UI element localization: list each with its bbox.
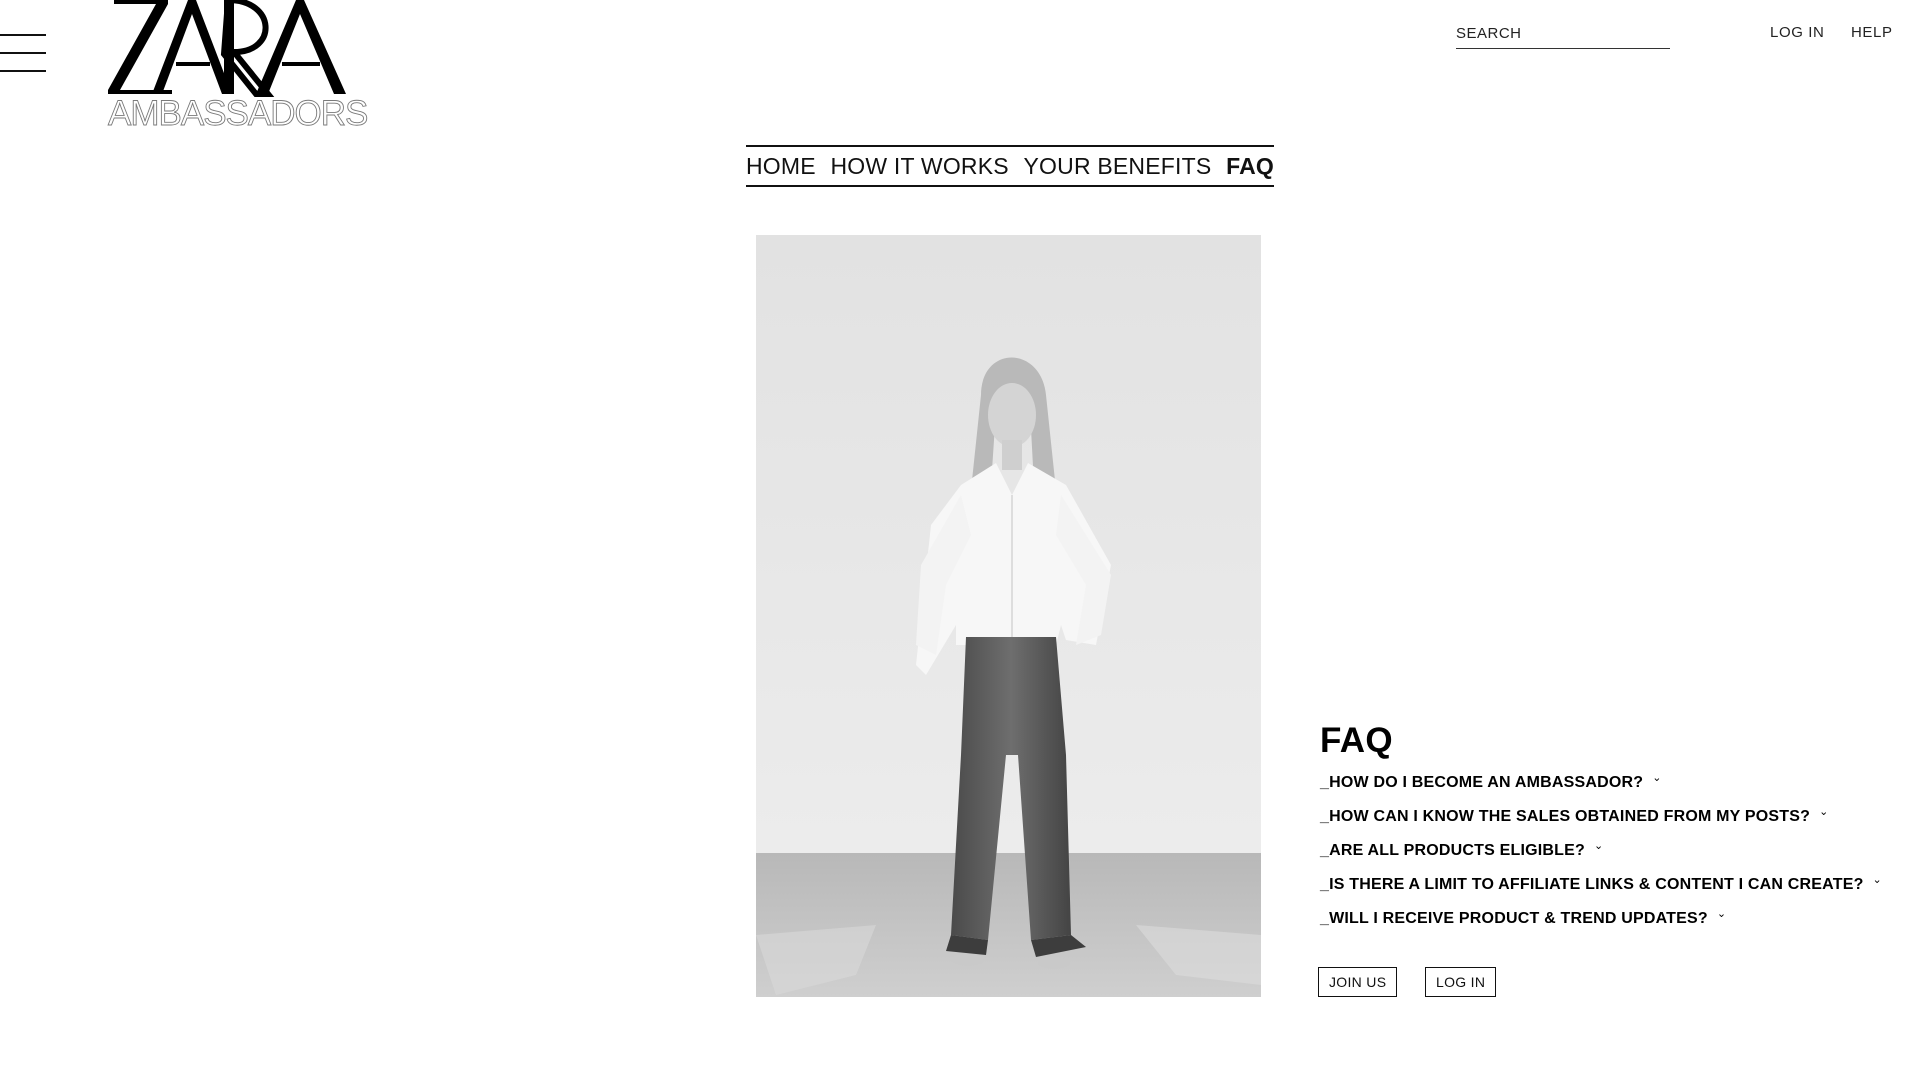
zara-logo-mark [108,0,346,97]
chevron-down-icon: ⌄ [1716,908,1727,920]
login-button[interactable]: LOG IN [1425,967,1497,997]
faq-question-text: _ARE ALL PRODUCTS ELIGIBLE? [1320,842,1585,859]
header-login-link[interactable]: LOG IN [1770,24,1824,41]
faq-question-text: _WILL I RECEIVE PRODUCT & TREND UPDATES? [1320,910,1708,927]
header-help-link[interactable]: HELP [1851,24,1893,41]
chevron-down-icon: ⌄ [1872,874,1882,886]
search-input[interactable] [1456,22,1670,44]
faq-question[interactable]: _ARE ALL PRODUCTS ELIGIBLE? ⌄ [1320,840,1882,876]
tab-home[interactable]: HOME [746,153,816,180]
chevron-down-icon: ⌄ [1593,840,1604,852]
zara-ambassadors-logo[interactable]: AMBASSADORS [106,0,369,131]
tab-faq[interactable]: FAQ [1226,153,1274,180]
faq-question[interactable]: _IS THERE A LIMIT TO AFFILIATE LINKS & C… [1320,874,1882,910]
section-tabs: HOME HOW IT WORKS YOUR BENEFITS FAQ [746,145,1274,187]
faq-question-text: _HOW DO I BECOME AN AMBASSADOR? [1320,774,1644,791]
faq-question[interactable]: _HOW CAN I KNOW THE SALES OBTAINED FROM … [1320,806,1882,842]
faq-question-text: _HOW CAN I KNOW THE SALES OBTAINED FROM … [1320,808,1811,825]
faq-question[interactable]: _HOW DO I BECOME AN AMBASSADOR? ⌄ [1320,772,1882,808]
faq-question[interactable]: _WILL I RECEIVE PRODUCT & TREND UPDATES?… [1320,908,1882,944]
join-us-button[interactable]: JOIN US [1318,967,1398,997]
logo-subtitle: AMBASSADORS [108,94,369,133]
search-field[interactable] [1456,22,1670,49]
faq-question-text: _IS THERE A LIMIT TO AFFILIATE LINKS & C… [1320,876,1864,893]
tab-how-it-works[interactable]: HOW IT WORKS [831,153,1009,180]
faq-list: _HOW DO I BECOME AN AMBASSADOR? ⌄ _HOW C… [1320,772,1882,944]
chevron-down-icon: ⌄ [1652,772,1662,784]
faq-heading: FAQ [1320,721,1393,760]
hamburger-menu-icon[interactable] [0,32,46,76]
model-photo [756,235,1261,997]
chevron-down-icon: ⌄ [1819,806,1829,818]
page: AMBASSADORS LOG IN HELP HOME HOW IT WORK… [0,0,1920,1084]
tab-your-benefits[interactable]: YOUR BENEFITS [1024,153,1212,180]
